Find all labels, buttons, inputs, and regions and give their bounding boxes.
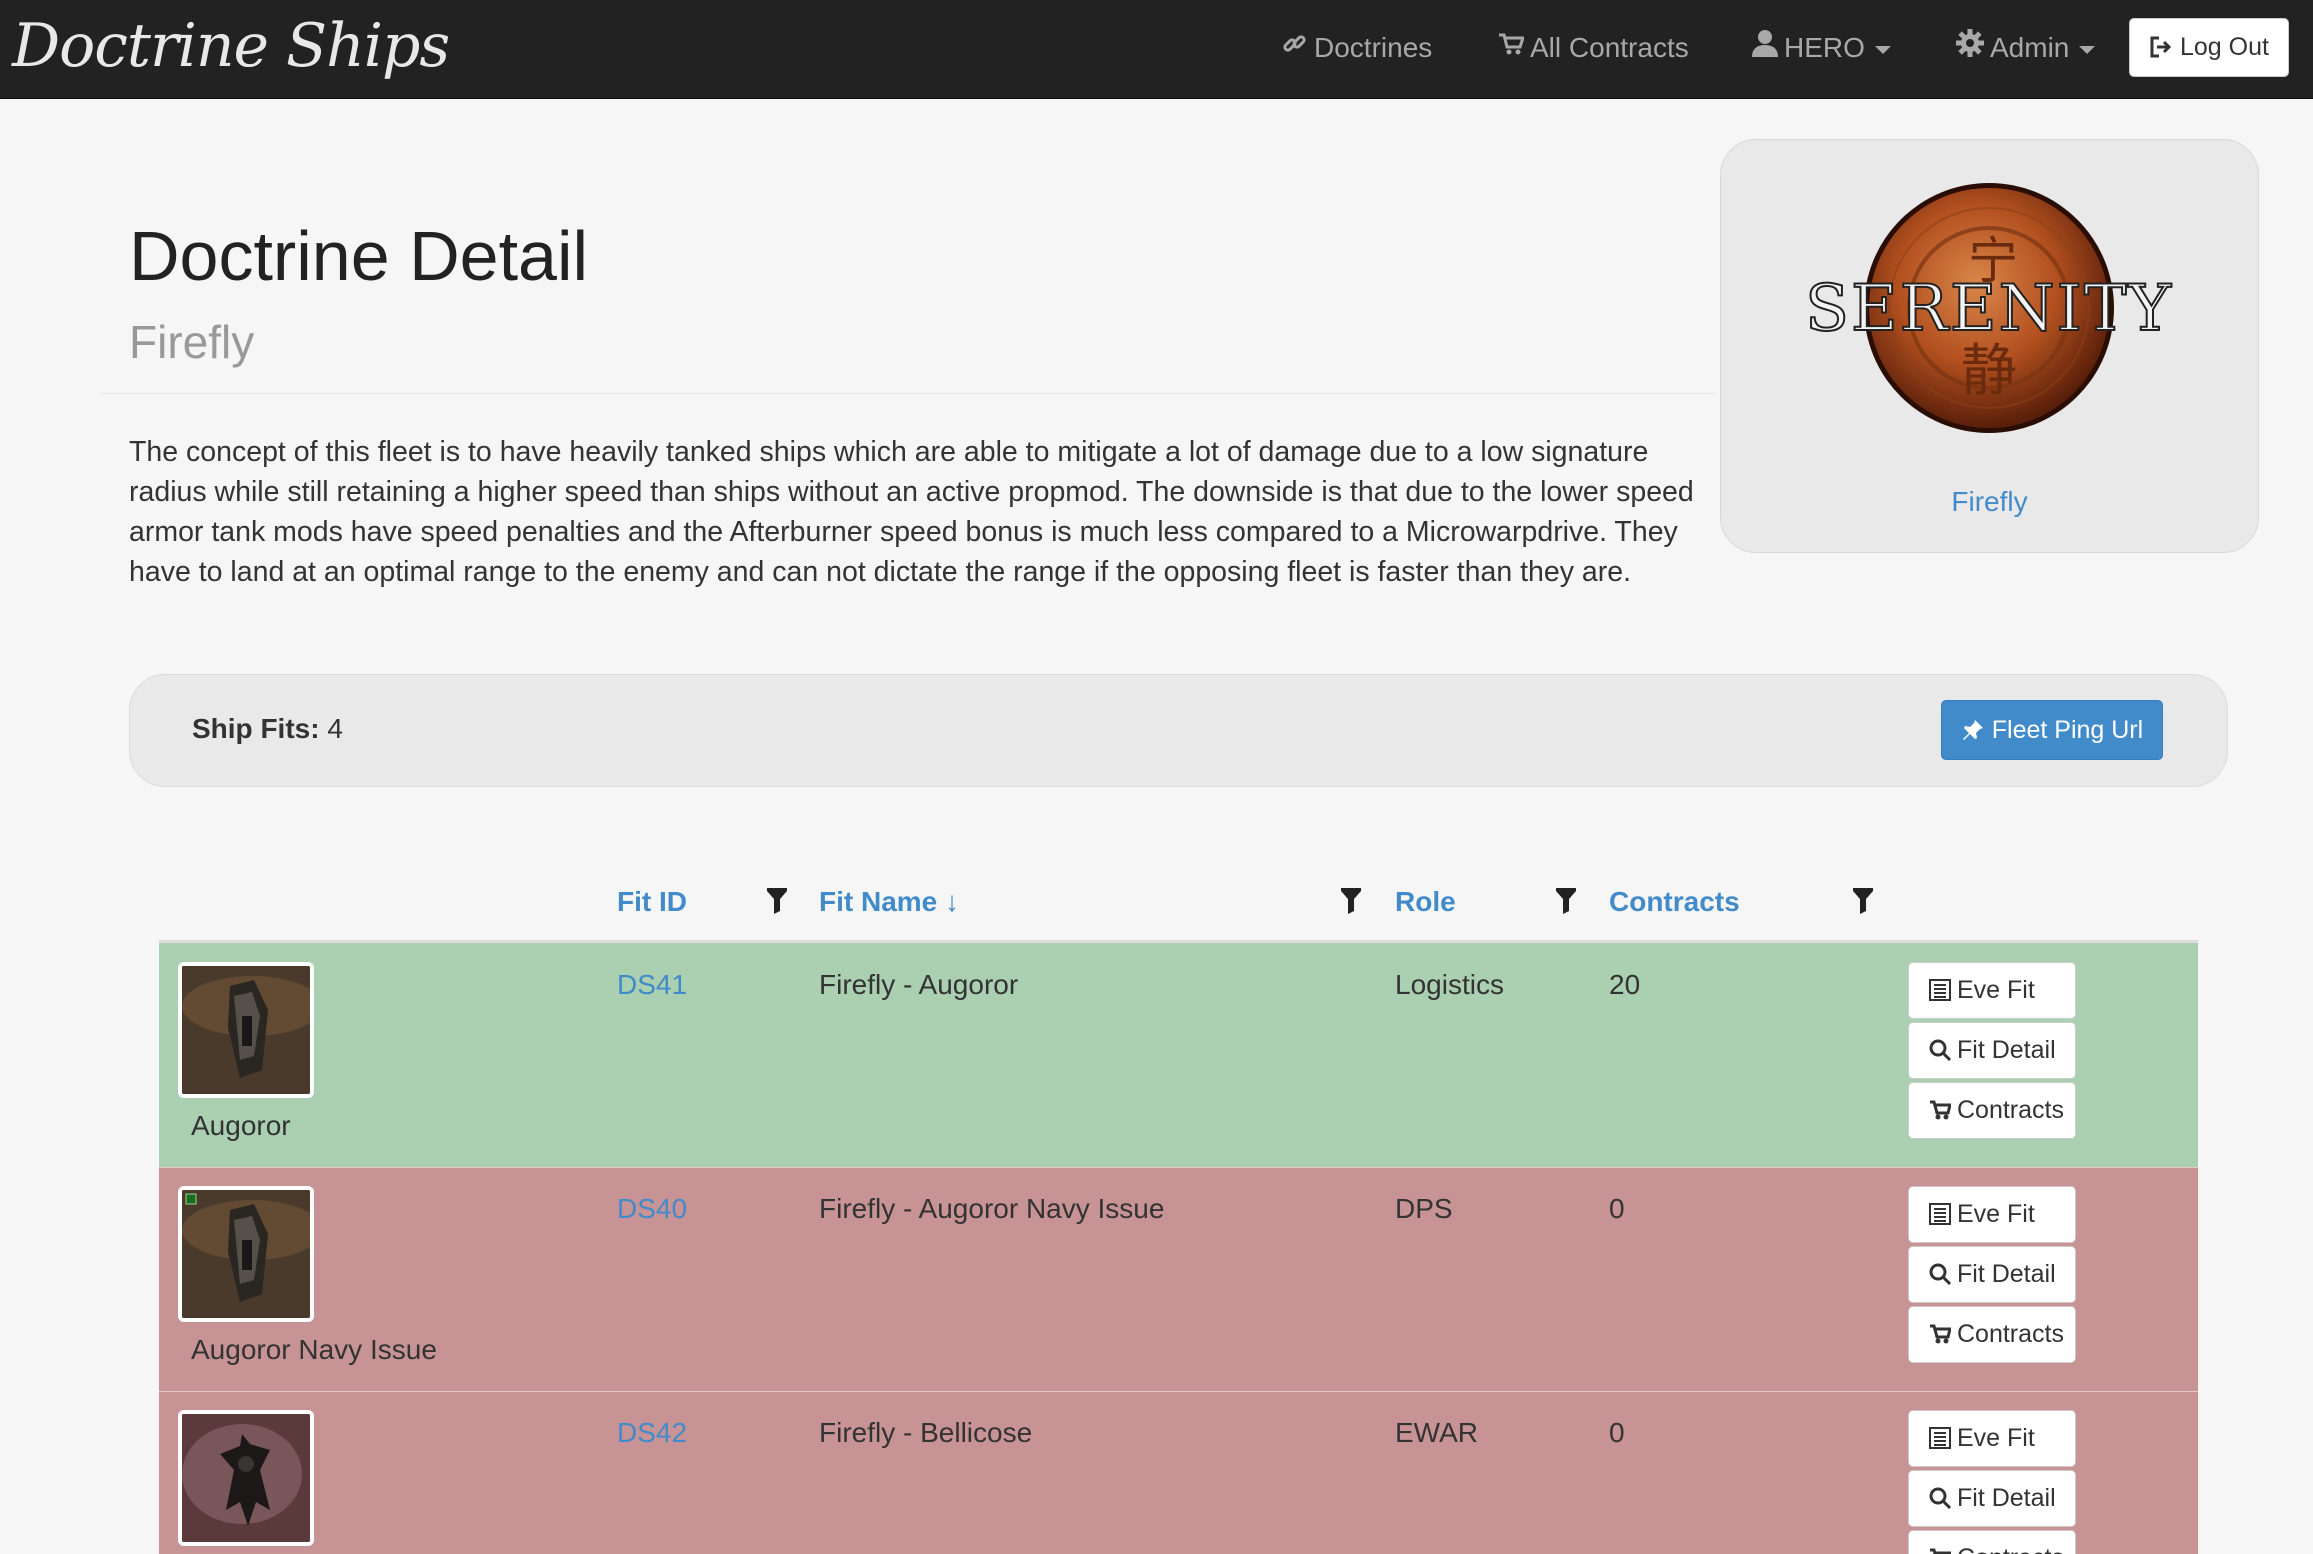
chevron-down-icon (1874, 45, 1891, 54)
list-icon (1929, 1427, 1951, 1449)
row-divider (159, 1167, 2198, 1168)
fit-name: Firefly - Augoror (819, 969, 1019, 1000)
contracts-button[interactable]: Contracts (1908, 1530, 2076, 1554)
ship-name: Augoror Navy Issue (191, 1334, 437, 1365)
column-header-fit-id[interactable]: Fit ID (617, 882, 687, 922)
fit-id-link[interactable]: DS41 (617, 965, 687, 1005)
nav-doctrines-label: Doctrines (1314, 32, 1433, 63)
eve-fit-button[interactable]: Eve Fit (1908, 1410, 2076, 1467)
eve-fit-button[interactable]: Eve Fit (1908, 962, 2076, 1019)
fit-id-link[interactable]: DS40 (617, 1189, 687, 1229)
ship-name: Augoror (191, 1110, 291, 1141)
search-icon (1929, 1487, 1952, 1510)
pushpin-icon (1961, 716, 1992, 744)
logout-label: Log Out (2180, 33, 2269, 61)
fleet-ping-label: Fleet Ping Url (1991, 716, 2144, 744)
nav-user-label: HERO (1784, 32, 1865, 63)
fit-contracts-count: 0 (1609, 1417, 1625, 1448)
fit-role: Logistics (1395, 969, 1504, 1000)
fit-name: Firefly - Bellicose (819, 1417, 1033, 1448)
list-icon (1929, 1203, 1951, 1225)
navbar: Doctrine Ships Doctrines All Contracts H… (0, 0, 2313, 99)
fit-id-link[interactable]: DS42 (617, 1413, 687, 1453)
search-icon (1929, 1039, 1952, 1062)
nav-doctrines[interactable]: Doctrines (1282, 26, 1432, 70)
fit-detail-button[interactable]: Fit Detail (1908, 1022, 2076, 1079)
fleet-ping-url-button[interactable]: Fleet Ping Url (1941, 700, 2163, 760)
nav-all-contracts-label: All Contracts (1530, 32, 1689, 63)
fit-detail-button[interactable]: Fit Detail (1908, 1246, 2076, 1303)
header-divider (101, 393, 1715, 394)
list-icon (1929, 979, 1951, 1001)
brand-logo[interactable]: Doctrine Ships (12, 6, 450, 86)
filter-icon[interactable] (1556, 888, 1576, 914)
fit-contracts-count: 20 (1609, 969, 1641, 1000)
table-row: Augoror Navy Issue DS40 Firefly - Augoro… (159, 1167, 2198, 1391)
user-icon (1752, 26, 1778, 70)
column-header-role[interactable]: Role (1395, 882, 1456, 922)
cart-icon (1498, 26, 1526, 70)
fit-detail-button[interactable]: Fit Detail (1908, 1470, 2076, 1527)
page-title: Doctrine Detail (129, 217, 589, 295)
row-divider (159, 1391, 2198, 1392)
chevron-down-icon (2079, 45, 2096, 54)
nav-admin-menu[interactable]: Admin (1956, 26, 2096, 70)
table-row: Augoror DS41 Firefly - Augoror Logistics… (159, 943, 2198, 1167)
ship-fits-count: Ship Fits: 4 (192, 713, 343, 745)
search-icon (1929, 1263, 1952, 1286)
fit-name: Firefly - Augoror Navy Issue (819, 1193, 1165, 1224)
ship-fits-label: Ship Fits: (192, 713, 320, 744)
ship-fits-value: 4 (327, 713, 343, 744)
serenity-logo-image[interactable]: 宁 静 SERENITY (1789, 180, 2193, 440)
fit-role: DPS (1395, 1193, 1453, 1224)
nav-all-contracts[interactable]: All Contracts (1498, 26, 1689, 70)
page-subtitle: Firefly (129, 316, 255, 368)
ship-render-image (178, 1410, 314, 1546)
cart-icon (1930, 1548, 1952, 1554)
nav-user-menu[interactable]: HERO (1752, 26, 1891, 70)
filter-icon[interactable] (767, 888, 787, 914)
contracts-button[interactable]: Contracts (1908, 1306, 2076, 1363)
fit-contracts-count: 0 (1609, 1193, 1625, 1224)
svg-text:SERENITY: SERENITY (1805, 272, 2173, 346)
table-row: DS42 Firefly - Bellicose EWAR 0 Eve Fit … (159, 1391, 2198, 1554)
ship-render-image (178, 962, 314, 1098)
link-icon (1282, 26, 1308, 70)
fit-role: EWAR (1395, 1417, 1478, 1448)
svg-text:静: 静 (1961, 339, 2017, 404)
ship-render-image (178, 1186, 314, 1322)
column-header-fit-name[interactable]: Fit Name ↓ (819, 882, 959, 922)
cart-icon (1930, 1100, 1952, 1120)
filter-icon[interactable] (1341, 888, 1361, 914)
gear-icon (1956, 26, 1984, 70)
thumbnail-caption-link[interactable]: Firefly (1721, 486, 2258, 518)
ship-fits-panel: Ship Fits: 4 Fleet Ping Url (129, 674, 2228, 787)
doctrine-thumbnail-card: 宁 静 SERENITY Firefly (1720, 139, 2259, 553)
nav-admin-label: Admin (1990, 32, 2070, 63)
contracts-button[interactable]: Contracts (1908, 1082, 2076, 1139)
filter-icon[interactable] (1853, 888, 1873, 914)
column-header-contracts[interactable]: Contracts (1609, 882, 1740, 922)
eve-fit-button[interactable]: Eve Fit (1908, 1186, 2076, 1243)
logout-icon (2149, 33, 2180, 61)
logout-button[interactable]: Log Out (2129, 18, 2289, 77)
cart-icon (1930, 1324, 1952, 1344)
doctrine-description: The concept of this fleet is to have hea… (129, 436, 1694, 588)
